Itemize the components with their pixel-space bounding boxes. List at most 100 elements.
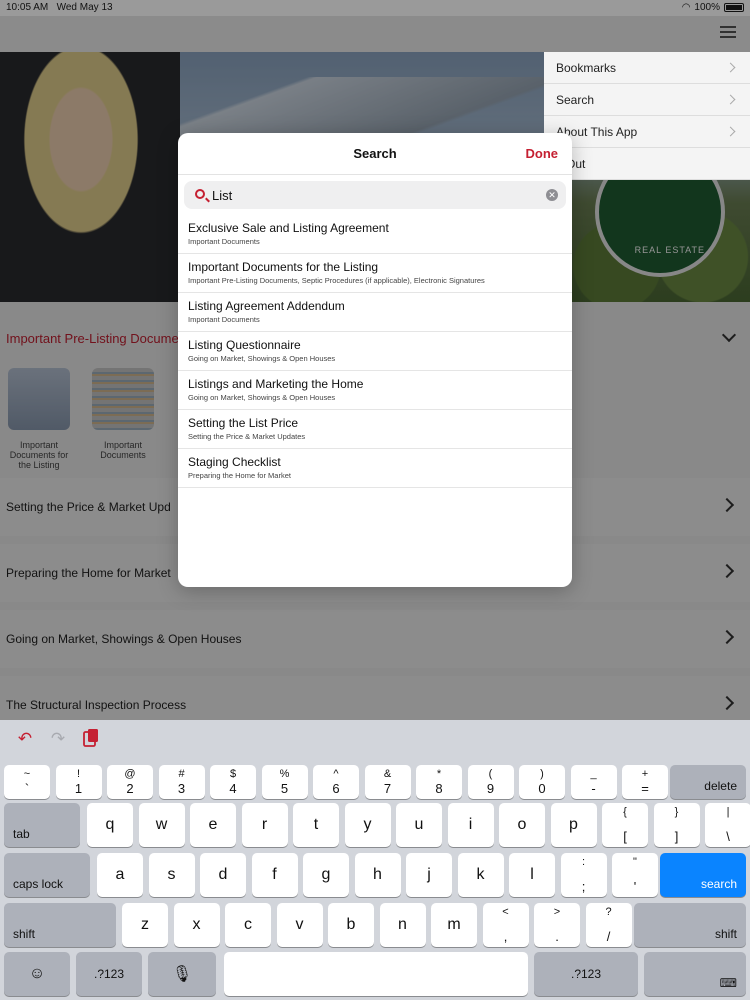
delete-key[interactable]: delete [670, 765, 746, 799]
numbers-right-key[interactable]: .?123 [534, 952, 638, 996]
search-result[interactable]: Exclusive Sale and Listing Agreement Imp… [178, 215, 572, 254]
key-y[interactable]: y [344, 803, 391, 847]
key-=[interactable]: + = [622, 765, 668, 799]
microphone-key[interactable]: 🎙 [148, 952, 216, 996]
key-w[interactable]: w [138, 803, 185, 847]
key-q[interactable]: q [87, 803, 133, 847]
key-2[interactable]: @2 [107, 765, 153, 799]
key-h[interactable]: h [354, 853, 401, 897]
result-subtitle: Going on Market, Showings & Open Houses [188, 354, 336, 363]
key-0[interactable]: ) 0 [519, 765, 565, 799]
wifi-icon: ◠ [681, 2, 691, 13]
key-s[interactable]: s [148, 853, 195, 897]
status-right: ◠ 100% [682, 2, 744, 13]
key--[interactable]: _ - [570, 765, 617, 799]
key-7[interactable]: & 7 [364, 765, 411, 799]
key-3[interactable]: #3 [158, 765, 205, 799]
key-8[interactable]: * 8 [416, 765, 462, 799]
search-result[interactable]: Important Documents for the Listing Impo… [178, 254, 572, 293]
emoji-key[interactable]: ☺ [4, 952, 70, 996]
key-n[interactable]: n [379, 903, 426, 947]
search-modal: Search Done ✕ Exclusive Sale and Listing… [178, 133, 572, 587]
key-d[interactable]: d [200, 853, 246, 897]
key-p[interactable]: p [550, 803, 597, 847]
key-v[interactable]: v [276, 903, 323, 947]
redo-icon[interactable]: ↷ [47, 728, 69, 750]
key-'[interactable]: " ' [612, 853, 658, 897]
menu-item-about[interactable]: About This App [544, 116, 750, 148]
key-k[interactable]: k [457, 853, 504, 897]
key-x[interactable]: x [173, 903, 220, 947]
space-key[interactable] [224, 952, 528, 996]
key-z[interactable]: z [122, 903, 168, 947]
key-f[interactable]: f [251, 853, 298, 897]
key-l[interactable]: l [509, 853, 555, 897]
key-j[interactable]: j [406, 853, 452, 897]
result-subtitle: Setting the Price & Market Updates [188, 432, 306, 441]
key-4[interactable]: $4 [210, 765, 256, 799]
modal-title: Search [353, 146, 397, 161]
key-o[interactable]: o [499, 803, 545, 847]
search-bar[interactable]: ✕ [184, 181, 566, 209]
undo-icon[interactable]: ↶ [14, 728, 36, 750]
search-result[interactable]: Listing Questionnaire Going on Market, S… [178, 332, 572, 371]
paste-icon[interactable] [80, 728, 102, 750]
key-;[interactable]: :; [560, 853, 607, 897]
battery-icon [724, 3, 744, 12]
keyboard: ↶ ↷ ~ `! 1 @2 #3 $4% 5 ^ 6 & 7 * 8(9) 0 _ - + = delete tab q… [0, 720, 750, 1000]
result-title: Exclusive Sale and Listing Agreement [188, 221, 389, 235]
key-1[interactable]: ! 1 [55, 765, 102, 799]
numbers-left-key[interactable]: .?123 [76, 952, 142, 996]
search-result[interactable]: Listings and Marketing the Home Going on… [178, 371, 572, 410]
status-bar: 10:05 AM Wed May 13 ◠ 100% [0, 0, 750, 16]
shift-right-key[interactable]: shift [634, 903, 746, 947]
tab-key[interactable]: tab [4, 803, 80, 847]
key-c[interactable]: c [225, 903, 271, 947]
search-results: Exclusive Sale and Listing Agreement Imp… [178, 215, 572, 488]
key-a[interactable]: a [97, 853, 143, 897]
result-title: Important Documents for the Listing [188, 260, 379, 274]
search-result[interactable]: Listing Agreement Addendum Important Doc… [178, 293, 572, 332]
key-.[interactable]: >. [534, 903, 580, 947]
key-6[interactable]: ^ 6 [313, 765, 359, 799]
key-u[interactable]: u [396, 803, 442, 847]
key-][interactable]: }] [653, 803, 700, 847]
key-\[interactable]: | \ [705, 803, 750, 847]
done-button[interactable]: Done [526, 146, 559, 161]
search-key[interactable]: search [660, 853, 746, 897]
status-time-date: 10:05 AM Wed May 13 [6, 2, 113, 13]
shift-left-key[interactable]: shift [4, 903, 116, 947]
chevron-right-icon [725, 62, 736, 73]
key-`[interactable]: ~ ` [4, 765, 50, 799]
result-title: Setting the List Price [188, 416, 299, 430]
result-title: Staging Checklist [188, 455, 281, 469]
key-[[interactable]: {[ [602, 803, 648, 847]
search-result[interactable]: Setting the List Price Setting the Price… [178, 410, 572, 449]
key-9[interactable]: (9 [467, 765, 514, 799]
key-i[interactable]: i [447, 803, 494, 847]
key-5[interactable]: % 5 [261, 765, 308, 799]
key-t[interactable]: t [293, 803, 339, 847]
key-r[interactable]: r [241, 803, 288, 847]
search-result[interactable]: Staging Checklist Preparing the Home for… [178, 449, 572, 488]
key-/[interactable]: ? / [585, 903, 632, 947]
key-g[interactable]: g [303, 853, 349, 897]
hide-keyboard-key[interactable]: ⌨ [644, 952, 746, 996]
menu-item-logout[interactable]: g Out [544, 148, 750, 180]
clear-icon[interactable]: ✕ [546, 189, 558, 201]
result-subtitle: Important Pre-Listing Documents, Septic … [188, 276, 485, 285]
search-icon [195, 189, 205, 199]
caps-lock-key[interactable]: caps lock [4, 853, 90, 897]
result-subtitle: Going on Market, Showings & Open Houses [188, 393, 336, 402]
key-e[interactable]: e [190, 803, 236, 847]
result-title: Listing Agreement Addendum [188, 299, 345, 313]
menu-item-search[interactable]: Search [544, 84, 750, 116]
result-subtitle: Important Documents [188, 315, 260, 324]
search-input[interactable] [212, 186, 532, 204]
result-subtitle: Important Documents [188, 237, 260, 246]
key-,[interactable]: <, [482, 903, 529, 947]
key-b[interactable]: b [328, 903, 374, 947]
menu-item-bookmarks[interactable]: Bookmarks [544, 52, 750, 84]
key-m[interactable]: m [431, 903, 477, 947]
modal-header: Search Done [178, 133, 572, 175]
